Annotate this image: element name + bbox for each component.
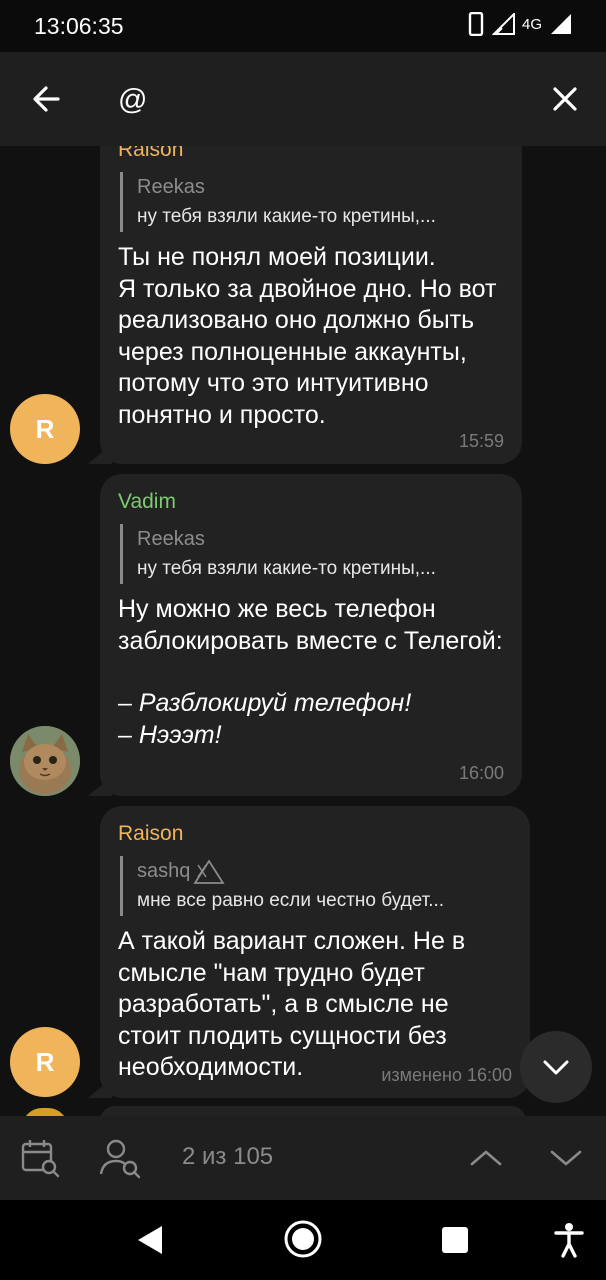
scroll-down-button[interactable]: [520, 1031, 592, 1103]
reply-author: Reekas: [137, 528, 205, 550]
message-bubble[interactable]: Raison Reekas ну тебя взяли какие-то кре…: [88, 146, 522, 464]
reply-quote[interactable]: sashq мне все равно если честно будет...: [120, 856, 512, 916]
cat-icon: [10, 726, 80, 796]
message-text: Ты не понял моей позиции. Я только за дв…: [118, 243, 497, 429]
signal-bars-icon: [551, 14, 571, 34]
bubble-tail: [88, 1078, 112, 1098]
search-results-bar: 2 из 105: [0, 1116, 606, 1200]
close-icon[interactable]: [542, 76, 588, 122]
next-message-peek: [100, 1106, 526, 1116]
chevron-down-icon[interactable]: [544, 1136, 588, 1180]
reply-text: ну тебя взяли какие-то кретины,...: [137, 206, 436, 227]
next-avatar-peek: [22, 1108, 68, 1116]
result-counter: 2 из 105: [182, 1143, 274, 1170]
avatar[interactable]: R: [10, 1027, 80, 1097]
chevron-down-icon: [543, 1060, 569, 1075]
status-icons: 4G: [468, 12, 572, 36]
accessibility-icon[interactable]: [554, 1222, 584, 1258]
back-arrow-icon[interactable]: [24, 76, 70, 122]
message-text: А такой вариант сложен. Не в смысле "нам…: [118, 927, 473, 1081]
system-navigation-bar: [0, 1200, 606, 1280]
message-time: изменено 16:00: [381, 1065, 512, 1085]
bubble-tail: [88, 776, 112, 796]
reply-text: мне все равно если честно будет...: [137, 890, 445, 911]
sender-name: Raison: [118, 822, 184, 845]
status-time: 13:06:35: [34, 13, 124, 39]
message-time: 16:00: [458, 763, 504, 783]
reply-author: Reekas: [137, 176, 205, 198]
message-quote-line: – Нэээт!: [118, 720, 222, 749]
reply-quote[interactable]: Reekas ну тебя взяли какие-то кретины,..…: [120, 524, 504, 584]
chat-messages[interactable]: Raison Reekas ну тебя взяли какие-то кре…: [0, 146, 606, 1116]
avatar-letter: R: [35, 413, 55, 444]
user-search-icon[interactable]: [98, 1136, 142, 1180]
search-input[interactable]: [118, 80, 498, 120]
mountain-icon: [193, 859, 226, 884]
message-time: 15:59: [458, 431, 504, 451]
calendar-search-icon[interactable]: [18, 1136, 62, 1180]
avatar[interactable]: R: [10, 394, 80, 464]
message-bubble[interactable]: Raison sashq мне все равно если честно б…: [88, 806, 530, 1098]
signal-icon: [491, 13, 515, 35]
status-bar: 13:06:35 4G: [0, 0, 606, 52]
network-type: 4G: [521, 15, 542, 33]
message-bubble[interactable]: Vadim Reekas ну тебя взяли какие-то крет…: [88, 474, 522, 796]
avatar-letter: R: [35, 1046, 55, 1077]
reply-author: sashq: [137, 856, 512, 886]
reply-text: ну тебя взяли какие-то кретины,...: [137, 558, 436, 579]
phone-icon: [468, 12, 484, 36]
sender-name: Raison: [118, 146, 184, 161]
chevron-up-icon[interactable]: [464, 1136, 508, 1180]
bubble-tail: [88, 444, 112, 464]
reply-author-name: sashq: [137, 860, 191, 882]
search-header: [0, 52, 606, 146]
nav-back-icon[interactable]: [136, 1224, 166, 1256]
cat-avatar[interactable]: [10, 726, 80, 796]
reply-quote[interactable]: Reekas ну тебя взяли какие-то кретины,..…: [120, 172, 504, 232]
nav-home-icon[interactable]: [283, 1219, 323, 1259]
sender-name: Vadim: [118, 490, 176, 513]
message-text: Ну можно же весь телефон заблокировать в…: [118, 595, 503, 655]
nav-recents-icon[interactable]: [441, 1226, 469, 1254]
message-quote-line: – Разблокируй телефон!: [118, 689, 412, 717]
